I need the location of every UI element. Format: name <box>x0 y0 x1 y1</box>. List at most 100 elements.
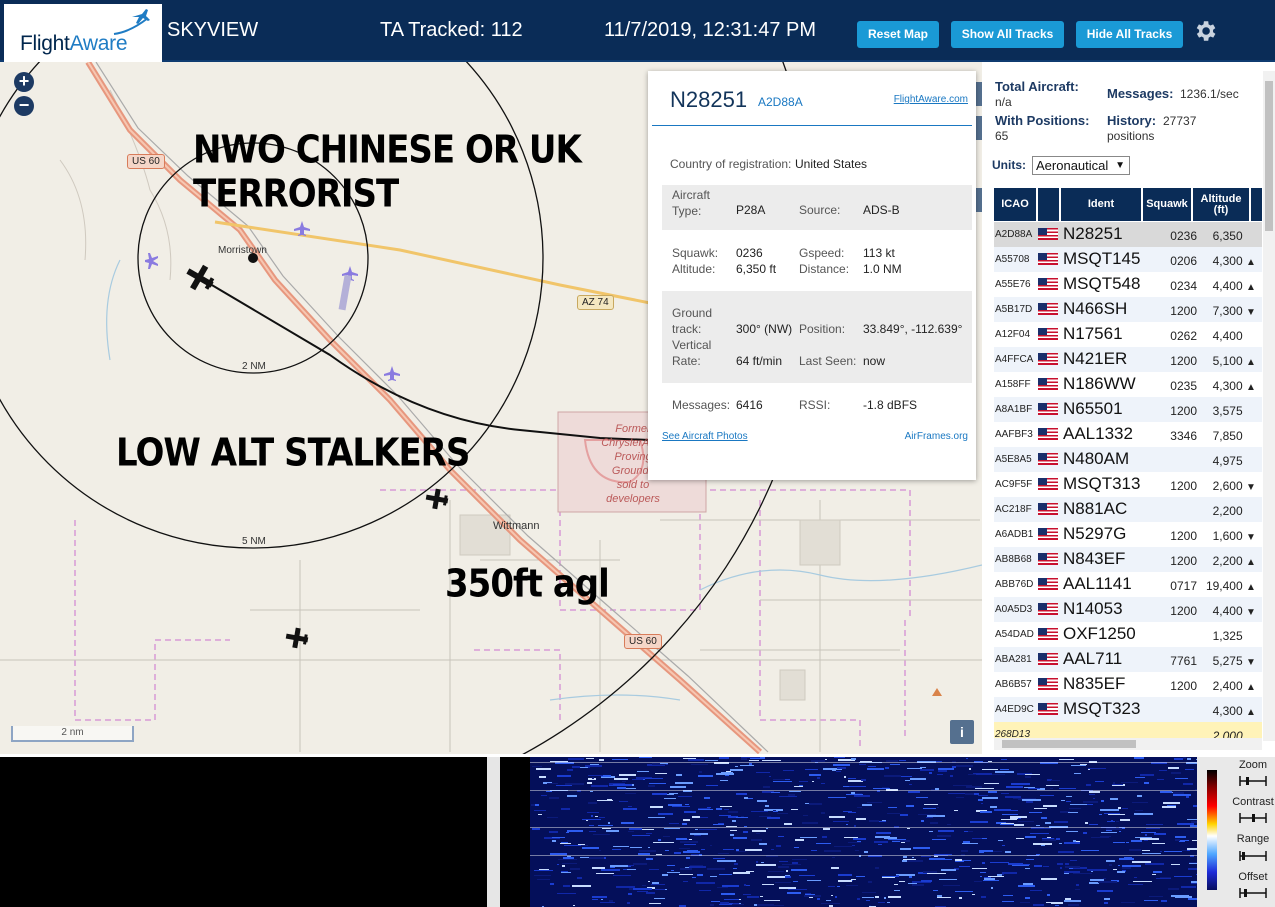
vertical-scrollbar[interactable] <box>1263 71 1275 741</box>
column-header-altitude[interactable]: Altitude (ft) <box>1193 188 1249 221</box>
noise-streak <box>691 764 708 765</box>
scrollbar-thumb[interactable] <box>1002 740 1136 748</box>
gear-icon[interactable] <box>1192 18 1218 44</box>
noise-streak <box>1113 869 1117 870</box>
noise-streak <box>773 811 778 812</box>
table-row[interactable]: A55E76 MSQT548 0234 4,400 ▲ <box>994 272 1262 297</box>
airframes-link[interactable]: AirFrames.org <box>905 431 968 442</box>
route-label-us60-north: US 60 <box>127 154 165 169</box>
noise-streak <box>854 795 870 797</box>
offset-slider[interactable] <box>1238 888 1268 898</box>
country-label: Country of registration: <box>670 157 792 171</box>
table-row[interactable]: AAFBF3 AAL1332 3346 7,850 <box>994 422 1262 447</box>
info-button[interactable]: i <box>950 720 974 744</box>
reset-map-button[interactable]: Reset Map <box>857 21 939 48</box>
table-row[interactable]: A12F04 N17561 0262 4,400 <box>994 322 1262 347</box>
trend-arrow-icon: ▼ <box>1246 482 1256 493</box>
table-row[interactable]: A54DAD OXF1250 1,325 <box>994 622 1262 647</box>
noise-streak <box>710 876 717 877</box>
range-slider[interactable] <box>1238 851 1268 861</box>
noise-streak <box>648 881 650 882</box>
divider <box>652 125 972 126</box>
contrast-slider[interactable] <box>1238 813 1268 823</box>
horizontal-scrollbar[interactable] <box>994 738 1262 750</box>
noise-streak <box>730 834 734 836</box>
noise-streak <box>1189 862 1197 863</box>
messages-value: 6416 <box>736 398 763 412</box>
hide-all-tracks-button[interactable]: Hide All Tracks <box>1076 21 1183 48</box>
aircraft-table: A2D88A N28251 0236 6,350 A55708 MSQT145 0206 4… <box>994 222 1262 742</box>
noise-streak <box>1026 801 1033 803</box>
noise-streak <box>1069 868 1073 869</box>
overlay-caption-1: NWO CHINESE OR UK <box>193 128 582 173</box>
noise-streak <box>1142 850 1150 851</box>
panel-margin <box>500 757 530 907</box>
table-row[interactable]: A0A5D3 N14053 1200 4,400 ▼ <box>994 597 1262 622</box>
noise-streak <box>1117 871 1125 873</box>
noise-streak <box>589 857 604 859</box>
noise-streak <box>934 856 938 857</box>
noise-streak <box>628 831 634 832</box>
noise-streak <box>1034 808 1047 809</box>
noise-streak <box>682 823 687 825</box>
noise-streak <box>626 788 636 789</box>
column-header-ident[interactable]: Ident <box>1061 188 1141 221</box>
table-row[interactable]: ABA281 AAL711 7761 5,275 ▼ <box>994 647 1262 672</box>
noise-streak <box>1181 886 1196 888</box>
table-row[interactable]: A6ADB1 N5297G 1200 1,600 ▼ <box>994 522 1262 547</box>
noise-streak <box>831 867 839 869</box>
scrollbar-thumb[interactable] <box>1265 81 1273 231</box>
show-all-tracks-button[interactable]: Show All Tracks <box>951 21 1064 48</box>
table-row[interactable]: A2D88A N28251 0236 6,350 <box>994 222 1262 247</box>
noise-streak <box>884 837 897 839</box>
noise-streak <box>1154 833 1166 835</box>
units-select[interactable]: Aeronautical ▼ <box>1032 156 1130 175</box>
noise-streak <box>920 767 926 768</box>
cell-ident: N28251 <box>1063 224 1123 243</box>
table-row[interactable]: AC9F5F MSQT313 1200 2,600 ▼ <box>994 472 1262 497</box>
aircraft-photos-link[interactable]: See Aircraft Photos <box>662 431 748 442</box>
altitude-value: 6,350 <box>1212 229 1243 243</box>
table-row[interactable]: AB6B57 N835EF 1200 2,400 ▲ <box>994 672 1262 697</box>
noise-streak <box>549 797 559 799</box>
history-value: 27737 <box>1163 114 1197 128</box>
noise-streak <box>743 831 748 833</box>
noise-streak <box>1185 769 1194 770</box>
table-row[interactable]: A4FFCA N421ER 1200 5,100 ▲ <box>994 347 1262 372</box>
noise-streak <box>1160 877 1171 878</box>
flightaware-link[interactable]: FlightAware.com <box>894 94 968 105</box>
panel-divider[interactable] <box>487 757 500 907</box>
noise-streak <box>724 809 729 810</box>
zoom-out-button[interactable]: − <box>14 96 34 116</box>
table-row[interactable]: A158FF N186WW 0235 4,300 ▲ <box>994 372 1262 397</box>
column-header-squawk[interactable]: Squawk <box>1143 188 1191 221</box>
noise-streak <box>816 843 831 844</box>
noise-streak <box>1025 776 1031 778</box>
noise-streak <box>658 839 661 841</box>
noise-streak <box>622 781 626 782</box>
table-row[interactable]: A4ED9C MSQT323 4,300 ▲ <box>994 697 1262 722</box>
table-row[interactable]: AB8B68 N843EF 1200 2,200 ▲ <box>994 547 1262 572</box>
noise-streak <box>829 816 845 818</box>
noise-streak <box>888 807 897 808</box>
noise-streak <box>1164 851 1182 852</box>
noise-streak <box>589 831 596 832</box>
noise-streak <box>1025 868 1030 869</box>
table-row[interactable]: A5B17D N466SH 1200 7,300 ▼ <box>994 297 1262 322</box>
noise-streak <box>648 785 655 787</box>
table-row[interactable]: AC218F N881AC 2,200 <box>994 497 1262 522</box>
column-header-icao[interactable]: ICAO <box>994 188 1036 221</box>
noise-streak <box>966 786 982 788</box>
table-row[interactable]: A55708 MSQT145 0206 4,300 ▲ <box>994 247 1262 272</box>
table-row[interactable]: A5E8A5 N480AM 4,975 <box>994 447 1262 472</box>
zoom-slider[interactable] <box>1238 776 1268 786</box>
noise-streak <box>1134 813 1153 815</box>
noise-streak <box>1175 778 1188 779</box>
noise-streak <box>974 881 982 882</box>
flightaware-logo[interactable]: FlightAware <box>4 4 162 62</box>
table-row[interactable]: ABB76D AAL1141 0717 19,400 ▲ <box>994 572 1262 597</box>
noise-streak <box>929 772 932 774</box>
noise-streak <box>1162 806 1176 808</box>
table-row[interactable]: A8A1BF N65501 1200 3,575 <box>994 397 1262 422</box>
zoom-in-button[interactable]: + <box>14 72 34 92</box>
